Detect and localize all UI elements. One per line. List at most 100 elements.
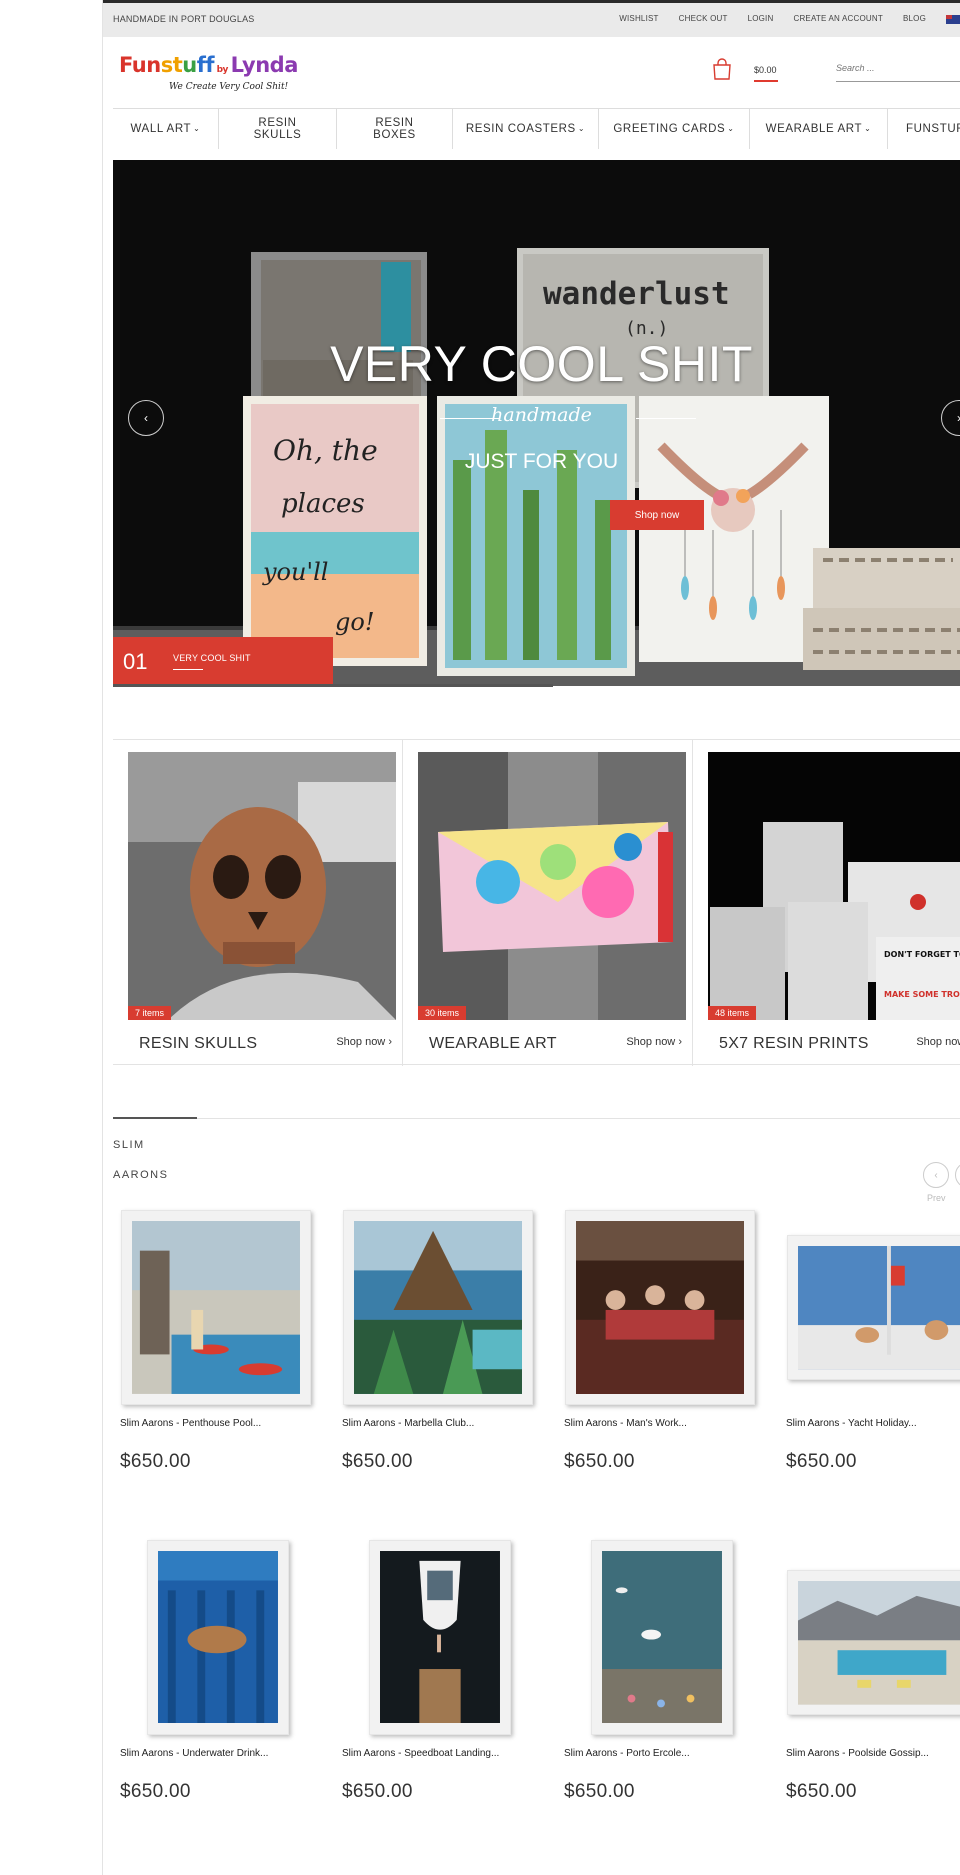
hero-shop-now-button[interactable]: Shop now (610, 500, 704, 530)
site-logo[interactable]: Funstuff by Lynda We Create Very Cool Sh… (119, 53, 329, 92)
cart-underline (754, 80, 778, 82)
product-title[interactable]: Slim Aarons - Underwater Drink... (120, 1748, 268, 1759)
product-card[interactable]: Slim Aarons - Speedboat Landing... $650.… (335, 1535, 545, 1835)
product-card[interactable]: Slim Aarons - Penthouse Pool... $650.00 (113, 1205, 323, 1505)
nav-item-resin-boxes[interactable]: RESIN BOXES (337, 109, 453, 149)
category-name[interactable]: 5X7 RESIN PRINTS (719, 1035, 869, 1053)
nav-item-funstuff[interactable]: FUNSTUFF (888, 109, 960, 149)
cart-total[interactable]: $0.00 (754, 65, 777, 75)
shop-now-label: Shop now (626, 1036, 676, 1048)
category-name[interactable]: WEARABLE ART (429, 1035, 557, 1053)
chevron-down-icon: ⌄ (577, 124, 586, 133)
art-text: places (281, 489, 365, 519)
carousel-next-button[interactable] (955, 1162, 960, 1188)
checkout-link[interactable]: CHECK OUT (679, 14, 728, 23)
section-title: SLIM (113, 1139, 145, 1151)
nav-label: GREETING CARDS (613, 123, 726, 135)
product-title[interactable]: Slim Aarons - Porto Ercole... (564, 1748, 690, 1759)
carousel-prev-button[interactable]: ‹ (923, 1162, 949, 1188)
category-shop-link[interactable]: Shop now › (626, 1036, 682, 1048)
product-image (132, 1221, 300, 1394)
logo-text: Lynda (230, 53, 299, 77)
category-shop-link[interactable]: Shop now › (916, 1036, 960, 1048)
product-title[interactable]: Slim Aarons - Man's Work... (564, 1418, 687, 1429)
nav-label: RESIN SKULLS (253, 117, 302, 141)
category-count-badge: 7 items (128, 1006, 172, 1020)
nav-label: RESIN BOXES (373, 117, 416, 141)
slider-prev-button[interactable]: ‹ (128, 400, 164, 436)
product-frame (565, 1210, 755, 1405)
category-name[interactable]: RESIN SKULLS (139, 1035, 257, 1053)
product-image (602, 1551, 722, 1724)
category-image-clutch (418, 752, 686, 1020)
top-bar: HANDMADE IN PORT DOUGLAS WISHLIST CHECK … (103, 0, 960, 37)
left-gutter (0, 0, 103, 1875)
product-card[interactable]: Slim Aarons - Marbella Club... $650.00 (335, 1205, 545, 1505)
chevron-down-icon: ⌄ (864, 124, 872, 133)
hero-divider (636, 418, 696, 419)
hero-tagline: JUST FOR YOU (464, 450, 619, 473)
search-input[interactable] (836, 61, 960, 73)
product-card[interactable]: Slim Aarons - Poolside Gossip... $650.00 (779, 1535, 960, 1835)
product-frame (121, 1210, 311, 1405)
chevron-down-icon: ⌄ (193, 124, 201, 133)
product-frame (787, 1235, 960, 1380)
product-title[interactable]: Slim Aarons - Penthouse Pool... (120, 1418, 261, 1429)
slide-number: 01 (123, 649, 148, 674)
slider-progress (113, 684, 553, 687)
art-text: you'll (262, 558, 328, 586)
section-title: AARONS (113, 1169, 169, 1181)
product-frame (787, 1570, 960, 1715)
nav-item-greeting-cards[interactable]: GREETING CARDS ⌄ (599, 109, 750, 149)
nav-item-resin-coasters[interactable]: RESIN COASTERS ⌄ (453, 109, 599, 149)
product-card[interactable]: Slim Aarons - Yacht Holiday... $650.00 (779, 1205, 960, 1505)
nav-item-resin-skulls[interactable]: RESIN SKULLS (219, 109, 337, 149)
blog-link[interactable]: BLOG (903, 14, 926, 23)
hero-subtitle: handmade (491, 404, 592, 426)
product-title[interactable]: Slim Aarons - Poolside Gossip... (786, 1748, 929, 1759)
product-price: $650.00 (120, 1451, 191, 1472)
product-image (158, 1551, 278, 1724)
product-card[interactable]: Slim Aarons - Underwater Drink... $650.0… (113, 1535, 323, 1835)
wishlist-link[interactable]: WISHLIST (619, 14, 658, 23)
nav-item-wall-art[interactable]: WALL ART ⌄ (113, 109, 219, 149)
product-title[interactable]: Slim Aarons - Speedboat Landing... (342, 1748, 499, 1759)
product-price: $650.00 (564, 1781, 635, 1802)
product-image (576, 1221, 744, 1394)
nav-item-wearable-art[interactable]: WEARABLE ART ⌄ (750, 109, 888, 149)
logo-tagline: We Create Very Cool Shit! (169, 82, 289, 92)
product-image (798, 1581, 960, 1705)
nav-label: FUNSTUFF (906, 123, 960, 135)
product-card[interactable]: Slim Aarons - Man's Work... $650.00 (557, 1205, 767, 1505)
chevron-left-icon: ‹ (934, 1169, 938, 1181)
product-card[interactable]: Slim Aarons - Porto Ercole... $650.00 (557, 1535, 767, 1835)
category-shop-link[interactable]: Shop now › (336, 1036, 392, 1048)
category-card[interactable]: DON'T FORGET TO EAT YOUR LUNCH AND MAKE … (693, 740, 960, 1066)
slide-indicator[interactable]: 01 VERY COOL SHIT (113, 637, 333, 685)
category-card[interactable]: 7 items RESIN SKULLS Shop now › (113, 740, 403, 1066)
flag-icon[interactable] (946, 15, 960, 24)
product-price: $650.00 (342, 1781, 413, 1802)
login-link[interactable]: LOGIN (748, 14, 774, 23)
category-image-skull (128, 752, 396, 1020)
category-card[interactable]: 30 items WEARABLE ART Shop now › (403, 740, 693, 1066)
search-box (836, 58, 960, 82)
category-grid: 7 items RESIN SKULLS Shop now › 30 items… (113, 739, 960, 1066)
product-title[interactable]: Slim Aarons - Yacht Holiday... (786, 1418, 917, 1429)
shop-now-label: Shop now (916, 1036, 960, 1048)
shop-now-label: Shop now (336, 1036, 386, 1048)
shopping-bag-icon[interactable] (711, 58, 733, 80)
product-title[interactable]: Slim Aarons - Marbella Club... (342, 1418, 474, 1429)
chevron-right-icon: › (678, 1036, 682, 1048)
product-price: $650.00 (564, 1451, 635, 1472)
slide-label-text: VERY COOL SHIT (173, 653, 251, 663)
chevron-left-icon: ‹ (144, 411, 148, 425)
logo-text: ff (196, 53, 215, 77)
product-frame (369, 1540, 511, 1735)
logo-text: by (213, 65, 231, 75)
product-frame (343, 1210, 533, 1405)
create-account-link[interactable]: CREATE AN ACCOUNT (793, 14, 883, 23)
page: HANDMADE IN PORT DOUGLAS WISHLIST CHECK … (103, 0, 960, 1875)
product-image (798, 1246, 960, 1370)
main-nav: WALL ART ⌄ RESIN SKULLS RESIN BOXES RESIN… (113, 108, 960, 149)
